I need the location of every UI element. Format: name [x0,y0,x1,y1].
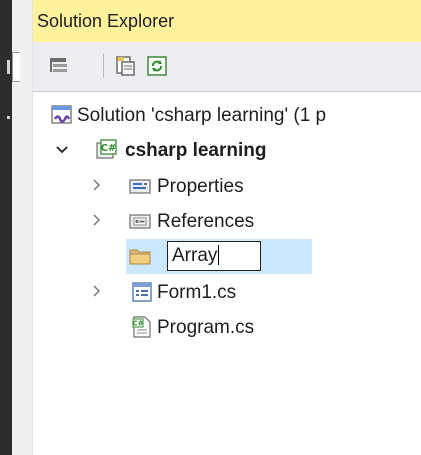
references-icon [129,210,151,232]
panel-title: Solution Explorer [37,11,175,31]
editor-marker [7,60,10,74]
tree-item-program[interactable]: C# Program.cs [33,310,421,345]
tree-item-properties[interactable]: Properties [33,169,421,204]
solution-icon [51,104,73,126]
csharp-file-icon: C# [131,316,153,338]
rename-input[interactable]: Array [167,241,261,271]
solution-explorer-toolbar [33,42,421,92]
svg-text:C#: C# [101,143,117,154]
collapse-all-icon[interactable] [47,54,71,78]
tree-item-label: Form1.cs [157,282,237,303]
text-caret [218,245,220,265]
chevron-right-icon[interactable] [89,213,103,227]
toolbar-separator [103,54,104,78]
tree-item-form1[interactable]: Form1.cs [33,275,421,310]
csharp-project-icon: C# [95,139,117,161]
refresh-icon[interactable] [145,54,169,78]
chevron-down-icon[interactable] [55,142,69,156]
solution-explorer-window: Solution Explorer Solution 'csharp learn… [0,0,421,455]
splitter-handle[interactable] [12,52,20,82]
form-icon [131,281,153,303]
tree-item-array[interactable]: Array [33,239,421,274]
properties-icon[interactable] [113,54,137,78]
tree-item-label: References [157,211,255,232]
tree-item-label: csharp learning [125,140,267,161]
folder-icon [129,245,151,267]
editor-marker [7,116,10,119]
tree-item-label: Solution 'csharp learning' (1 p [77,105,327,126]
rename-input-value: Array [172,245,218,266]
chevron-right-icon[interactable] [89,178,103,192]
editor-edge [0,0,12,455]
tree-item-project[interactable]: C# csharp learning [33,133,421,168]
tree-item-label: Properties [157,176,244,197]
tree-item-references[interactable]: References [33,204,421,239]
tree-item-solution[interactable]: Solution 'csharp learning' (1 p [33,98,421,133]
panel-title-bar[interactable]: Solution Explorer [33,0,421,42]
solution-tree: Solution 'csharp learning' (1 p C# cshar… [33,92,421,455]
tree-item-label: Program.cs [157,317,255,338]
properties-folder-icon [129,175,151,197]
chevron-right-icon[interactable] [89,284,103,298]
svg-text:C#: C# [132,320,143,328]
